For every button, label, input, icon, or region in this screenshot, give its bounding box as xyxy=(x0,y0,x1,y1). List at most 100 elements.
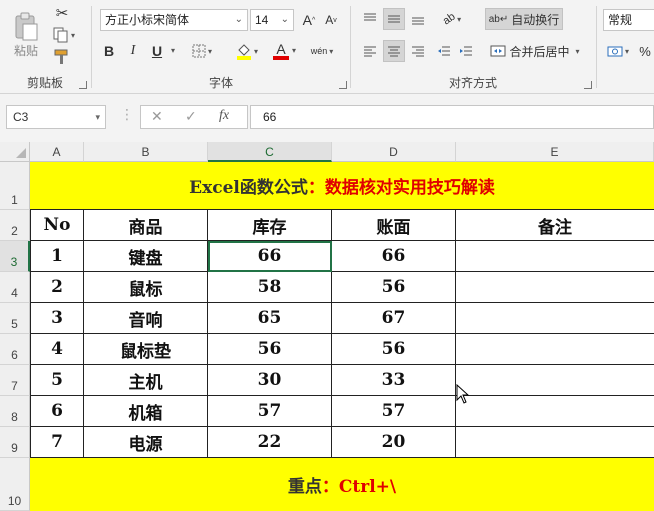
row-header-3[interactable]: 3 xyxy=(0,241,30,272)
merge-center-button[interactable]: 合并后居中 ▾ xyxy=(485,40,585,62)
column-header-d[interactable]: D xyxy=(332,142,456,162)
confirm-icon[interactable]: ✓ xyxy=(185,108,197,125)
copy-button[interactable]: ▾ xyxy=(50,26,78,44)
alignment-launcher-icon[interactable] xyxy=(584,81,592,89)
data-cell[interactable]: 键盘 xyxy=(84,241,208,272)
data-cell[interactable]: 66 xyxy=(332,241,456,272)
name-box[interactable]: C3 ▾ xyxy=(6,105,106,129)
data-cell[interactable]: 4 xyxy=(30,334,84,365)
column-header-a[interactable]: A xyxy=(30,142,84,162)
data-cell[interactable] xyxy=(456,241,654,272)
data-cell[interactable] xyxy=(456,427,654,458)
align-right-button[interactable] xyxy=(407,40,429,62)
row-header-8[interactable]: 8 xyxy=(0,396,30,427)
row-header-10[interactable]: 10 xyxy=(0,458,30,511)
data-cell[interactable]: 主机 xyxy=(84,365,208,396)
font-size-select[interactable]: 14 ⌄ xyxy=(250,9,294,31)
data-cell[interactable] xyxy=(456,365,654,396)
column-header-b[interactable]: B xyxy=(84,142,208,162)
row-header-4[interactable]: 4 xyxy=(0,272,30,303)
selected-cell-c3[interactable]: 66 xyxy=(208,241,332,272)
data-cell[interactable]: 6 xyxy=(30,396,84,427)
align-left-button[interactable] xyxy=(359,40,381,62)
chevron-down-icon[interactable]: ▾ xyxy=(292,46,296,55)
italic-button[interactable]: I xyxy=(124,40,142,62)
data-cell[interactable] xyxy=(456,272,654,303)
align-center-button[interactable] xyxy=(383,40,405,62)
row-header-9[interactable]: 9 xyxy=(0,427,30,458)
borders-button[interactable]: ▾ xyxy=(190,40,214,62)
data-cell[interactable]: 20 xyxy=(332,427,456,458)
data-cell[interactable]: 67 xyxy=(332,303,456,334)
data-cell[interactable]: 5 xyxy=(30,365,84,396)
data-cell[interactable]: 58 xyxy=(208,272,332,303)
data-cell[interactable]: 33 xyxy=(332,365,456,396)
data-cell[interactable]: 57 xyxy=(208,396,332,427)
row-header-6[interactable]: 6 xyxy=(0,334,30,365)
data-cell[interactable]: 57 xyxy=(332,396,456,427)
cut-button[interactable]: ✂ xyxy=(52,4,72,22)
data-cell[interactable]: 56 xyxy=(332,334,456,365)
insert-function-icon[interactable]: fx xyxy=(219,108,229,124)
data-cell[interactable] xyxy=(456,396,654,427)
decrease-indent-button[interactable] xyxy=(433,40,455,62)
header-cell-stock[interactable]: 库存 xyxy=(208,210,332,241)
cancel-icon[interactable]: ✕ xyxy=(151,108,163,125)
increase-indent-button[interactable] xyxy=(455,40,477,62)
align-middle-button[interactable] xyxy=(383,8,405,30)
row-header-7[interactable]: 7 xyxy=(0,365,30,396)
row-header-1[interactable]: 1 xyxy=(0,162,30,210)
data-cell[interactable]: 2 xyxy=(30,272,84,303)
data-cell[interactable]: 音响 xyxy=(84,303,208,334)
data-cell[interactable]: 鼠标 xyxy=(84,272,208,303)
sheet-title-cell[interactable]: Excel函数公式 ：数据核对实用技巧解读 xyxy=(30,162,654,210)
column-header-e[interactable]: E xyxy=(456,142,654,162)
chevron-down-icon: ⌄ xyxy=(280,14,289,25)
grow-font-button[interactable]: A ^ xyxy=(300,10,318,30)
data-cell[interactable]: 电源 xyxy=(84,427,208,458)
number-format-select[interactable]: 常规 xyxy=(603,9,654,31)
data-cell[interactable]: 56 xyxy=(208,334,332,365)
select-all-button[interactable] xyxy=(0,142,30,162)
data-cell[interactable]: 3 xyxy=(30,303,84,334)
header-cell-product[interactable]: 商品 xyxy=(84,210,208,241)
bold-button[interactable]: B xyxy=(100,40,118,62)
align-top-icon xyxy=(364,13,376,21)
data-cell[interactable]: 7 xyxy=(30,427,84,458)
column-header-c[interactable]: C xyxy=(208,142,332,162)
formula-input[interactable]: 66 xyxy=(250,105,654,129)
underline-button[interactable]: U xyxy=(148,40,166,62)
orientation-button[interactable]: ab ▾ xyxy=(437,8,467,30)
align-top-button[interactable] xyxy=(359,8,381,30)
row-header-2[interactable]: 2 xyxy=(0,210,30,241)
shrink-font-button[interactable]: Av xyxy=(322,10,340,30)
header-cell-no[interactable]: No xyxy=(30,210,84,241)
data-cell[interactable] xyxy=(456,303,654,334)
header-cell-book[interactable]: 账面 xyxy=(332,210,456,241)
format-painter-button[interactable] xyxy=(52,48,72,66)
data-cell[interactable]: 56 xyxy=(332,272,456,303)
header-cell-note[interactable]: 备注 xyxy=(456,210,654,241)
percent-button[interactable]: % xyxy=(637,40,653,62)
align-bottom-button[interactable] xyxy=(407,8,429,30)
phonetic-button[interactable]: wén ▾ xyxy=(306,40,338,62)
wrap-text-button[interactable]: ab↵ 自动换行 xyxy=(485,8,563,30)
alignment-group: ab ▾ ab↵ 自动换行 合并后居中 ▾ 对齐方式 xyxy=(351,0,595,94)
drag-handle-icon[interactable]: ⋮ xyxy=(120,106,134,123)
font-name-select[interactable]: 方正小标宋简体 ⌄ xyxy=(100,9,248,31)
data-cell[interactable]: 鼠标垫 xyxy=(84,334,208,365)
row-header-5[interactable]: 5 xyxy=(0,303,30,334)
accounting-format-button[interactable]: ▾ xyxy=(603,40,633,62)
data-cell[interactable] xyxy=(456,334,654,365)
underline-dropdown-icon[interactable]: ▾ xyxy=(171,46,175,55)
data-cell[interactable]: 22 xyxy=(208,427,332,458)
sheet-footer-cell[interactable]: 重点 ：Ctrl+\ xyxy=(30,458,654,511)
data-cell[interactable]: 65 xyxy=(208,303,332,334)
fill-color-button[interactable]: ▾ xyxy=(232,40,262,62)
paste-button[interactable]: 粘贴 xyxy=(6,6,46,64)
data-cell[interactable]: 30 xyxy=(208,365,332,396)
data-cell[interactable]: 机箱 xyxy=(84,396,208,427)
font-launcher-icon[interactable] xyxy=(339,81,347,89)
data-cell[interactable]: 1 xyxy=(30,241,84,272)
clipboard-launcher-icon[interactable] xyxy=(79,81,87,89)
